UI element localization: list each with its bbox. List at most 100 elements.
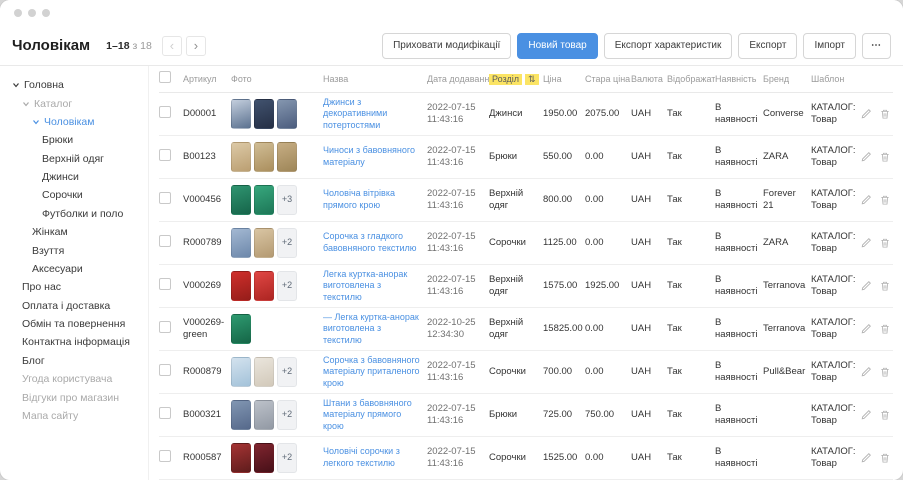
product-photo[interactable] xyxy=(254,400,274,430)
column-header[interactable]: Назва xyxy=(323,74,427,84)
sidebar-item[interactable]: Блог xyxy=(12,352,142,370)
row-checkbox[interactable] xyxy=(159,106,171,118)
product-photo[interactable] xyxy=(231,185,251,215)
sidebar-item[interactable]: Сорочки xyxy=(12,186,142,204)
product-photo[interactable] xyxy=(231,443,251,473)
sidebar-item[interactable]: Відгуки про магазин xyxy=(12,388,142,406)
product-photo[interactable] xyxy=(231,314,251,344)
sort-icon[interactable]: ⇅ xyxy=(525,74,539,85)
delete-icon[interactable] xyxy=(879,108,891,120)
product-photo[interactable] xyxy=(277,99,297,129)
delete-icon[interactable] xyxy=(879,280,891,292)
edit-icon[interactable] xyxy=(861,409,872,421)
column-header[interactable]: Валюта xyxy=(631,74,667,84)
row-checkbox[interactable] xyxy=(159,364,171,376)
window-control-dot[interactable] xyxy=(42,9,50,17)
delete-icon[interactable] xyxy=(879,323,891,335)
delete-icon[interactable] xyxy=(879,194,891,206)
sidebar-item[interactable]: Каталог xyxy=(12,94,142,112)
product-name-link[interactable]: — Легка куртка-анорак виготовлена з текс… xyxy=(323,312,421,347)
delete-icon[interactable] xyxy=(879,452,891,464)
new-product-button[interactable]: Новий товар xyxy=(517,33,597,59)
column-header[interactable]: Фото xyxy=(231,74,323,84)
next-page-button[interactable]: › xyxy=(186,36,206,56)
column-header[interactable]: Дата додавання xyxy=(427,74,489,84)
product-photo[interactable] xyxy=(277,142,297,172)
product-name-link[interactable]: Чиноси з бавовняного матеріалу xyxy=(323,145,421,168)
product-photo[interactable] xyxy=(254,271,274,301)
edit-icon[interactable] xyxy=(861,280,872,292)
row-checkbox[interactable] xyxy=(159,321,171,333)
row-checkbox[interactable] xyxy=(159,450,171,462)
product-photo[interactable] xyxy=(231,228,251,258)
product-photo[interactable] xyxy=(254,185,274,215)
product-name-link[interactable]: Чоловічі сорочки з легкого текстилю xyxy=(323,446,421,469)
sidebar-item[interactable]: Угода користувача xyxy=(12,370,142,388)
more-photos-badge[interactable]: +2 xyxy=(277,357,297,387)
delete-icon[interactable] xyxy=(879,366,891,378)
column-header[interactable]: Артикул xyxy=(183,74,231,84)
row-checkbox[interactable] xyxy=(159,192,171,204)
window-control-dot[interactable] xyxy=(28,9,36,17)
edit-icon[interactable] xyxy=(861,366,872,378)
product-photo[interactable] xyxy=(231,271,251,301)
row-checkbox[interactable] xyxy=(159,278,171,290)
delete-icon[interactable] xyxy=(879,151,891,163)
import-button[interactable]: Імпорт xyxy=(803,33,856,59)
more-photos-badge[interactable]: +2 xyxy=(277,228,297,258)
product-photo[interactable] xyxy=(231,142,251,172)
export-characteristics-button[interactable]: Експорт характеристик xyxy=(604,33,733,59)
hide-modifications-button[interactable]: Приховати модифікації xyxy=(382,33,511,59)
sidebar-item[interactable]: Контактна інформація xyxy=(12,333,142,351)
sidebar-item[interactable]: Чоловікам xyxy=(12,113,142,131)
product-photo[interactable] xyxy=(254,142,274,172)
product-name-link[interactable]: Сорочка з гладкого бавовняного текстилю xyxy=(323,231,421,254)
sidebar-item[interactable]: Жінкам xyxy=(12,223,142,241)
sidebar-item[interactable]: Головна xyxy=(12,76,142,94)
product-name-link[interactable]: Джинси з декоративними потертостями xyxy=(323,97,421,132)
product-name-link[interactable]: Сорочка з бавовняного матеріалу притален… xyxy=(323,355,421,390)
product-name-link[interactable]: Чоловіча вітрівка прямого крою xyxy=(323,188,421,211)
product-photo[interactable] xyxy=(231,99,251,129)
sidebar-item[interactable]: Оплата і доставка xyxy=(12,297,142,315)
sidebar-item[interactable]: Верхній одяг xyxy=(12,150,142,168)
edit-icon[interactable] xyxy=(861,323,872,335)
sidebar-item[interactable]: Про нас xyxy=(12,278,142,296)
column-header[interactable]: Відображати xyxy=(667,74,715,84)
product-photo[interactable] xyxy=(231,357,251,387)
sidebar-item[interactable]: Мапа сайту xyxy=(12,407,142,425)
sidebar-item[interactable]: Футболки и поло xyxy=(12,205,142,223)
more-photos-badge[interactable]: +2 xyxy=(277,400,297,430)
column-header[interactable]: Шаблон xyxy=(811,74,861,84)
sidebar-item[interactable]: Джинси xyxy=(12,168,142,186)
product-photo[interactable] xyxy=(254,357,274,387)
sidebar-item[interactable]: Аксесуари xyxy=(12,260,142,278)
column-header[interactable]: Наявність xyxy=(715,74,763,84)
column-header[interactable]: Розділ⇅ xyxy=(489,74,543,85)
prev-page-button[interactable]: ‹ xyxy=(162,36,182,56)
product-photo[interactable] xyxy=(254,443,274,473)
edit-icon[interactable] xyxy=(861,452,872,464)
more-actions-button[interactable]: ⋯ xyxy=(862,33,891,59)
sidebar-item[interactable]: Обмін та повернення xyxy=(12,315,142,333)
product-name-link[interactable]: Штани з бавовняного матеріалу прямого кр… xyxy=(323,398,421,433)
edit-icon[interactable] xyxy=(861,237,872,249)
row-checkbox[interactable] xyxy=(159,149,171,161)
sidebar-item[interactable]: Брюки xyxy=(12,131,142,149)
edit-icon[interactable] xyxy=(861,151,872,163)
edit-icon[interactable] xyxy=(861,194,872,206)
product-photo[interactable] xyxy=(254,99,274,129)
product-photo[interactable] xyxy=(231,400,251,430)
more-photos-badge[interactable]: +2 xyxy=(277,443,297,473)
window-control-dot[interactable] xyxy=(14,9,22,17)
edit-icon[interactable] xyxy=(861,108,872,120)
delete-icon[interactable] xyxy=(879,237,891,249)
product-photo[interactable] xyxy=(254,228,274,258)
product-name-link[interactable]: Легка куртка-анорак виготовлена з тексти… xyxy=(323,269,421,304)
select-all-checkbox[interactable] xyxy=(159,71,171,83)
column-header[interactable]: Стара ціна xyxy=(585,74,631,84)
delete-icon[interactable] xyxy=(879,409,891,421)
column-header[interactable]: Бренд xyxy=(763,74,811,84)
row-checkbox[interactable] xyxy=(159,235,171,247)
more-photos-badge[interactable]: +3 xyxy=(277,185,297,215)
